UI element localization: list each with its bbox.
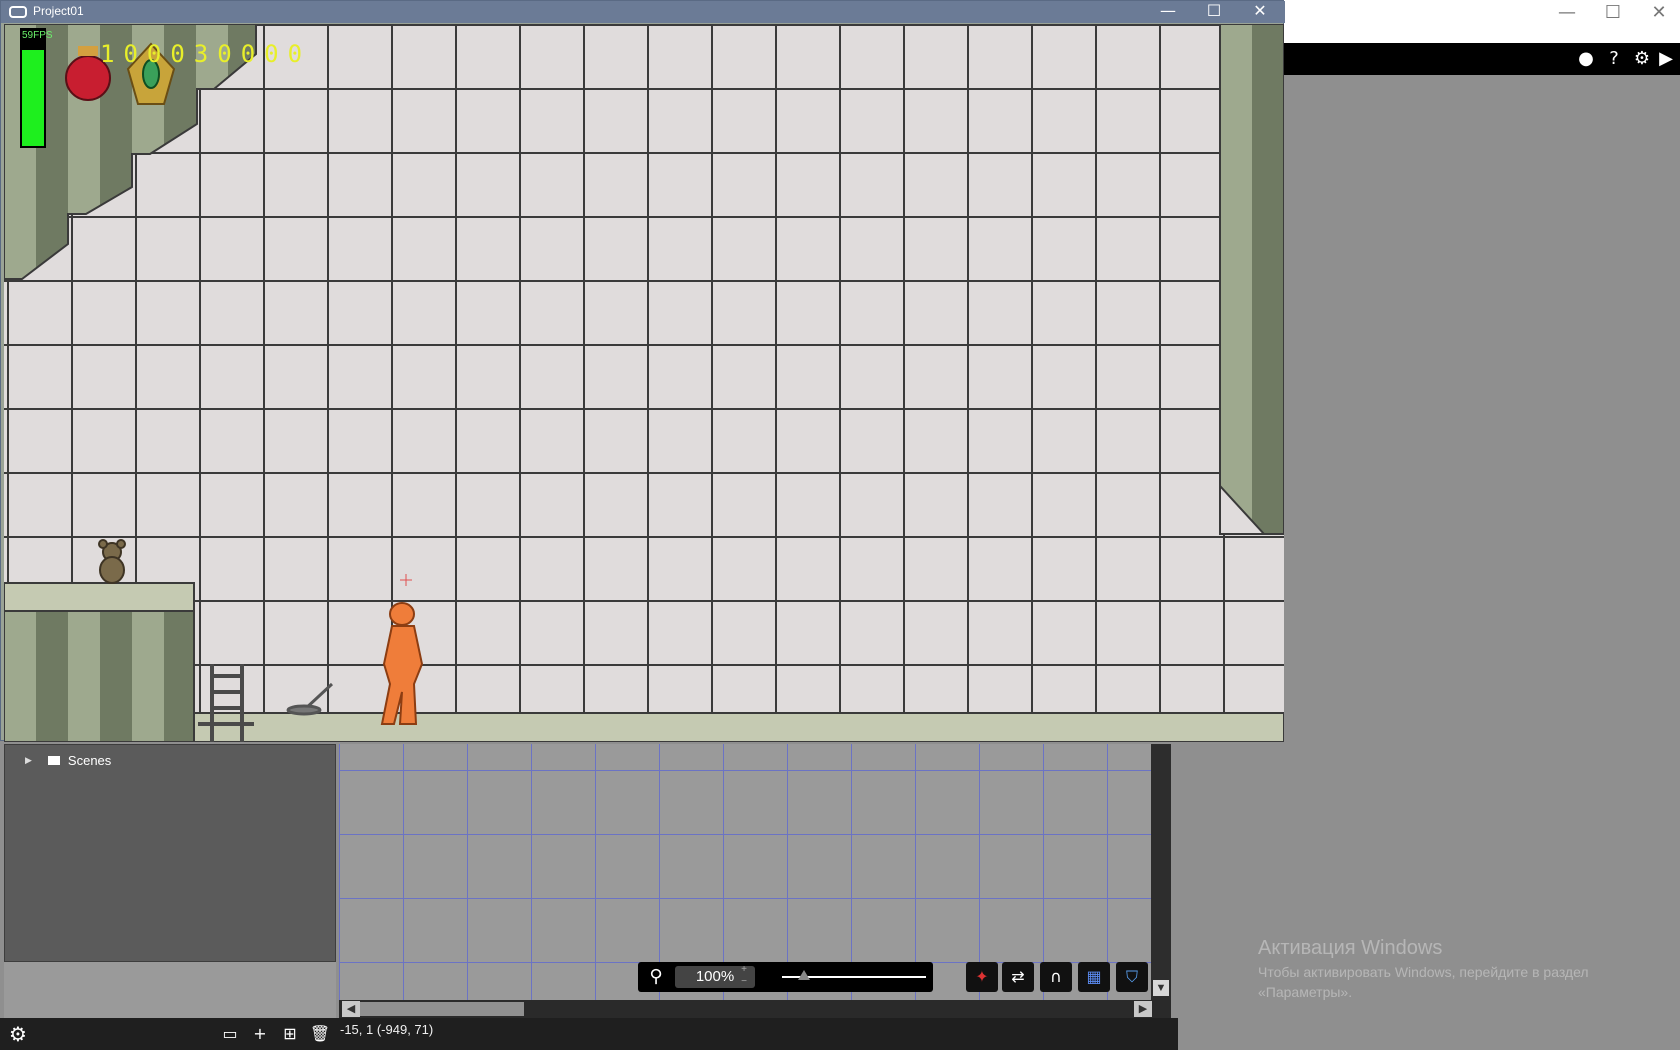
gamepad-icon — [9, 6, 27, 18]
left-ledge-top — [4, 582, 195, 612]
record-icon[interactable]: ● — [1574, 47, 1598, 71]
scenes-panel-empty-area — [4, 962, 336, 1018]
new-scene-icon[interactable]: + — [248, 1022, 272, 1046]
editor-toolbar: ● ? ⚙ ▶ — [1284, 43, 1680, 75]
scenes-tree-label: Scenes — [67, 753, 112, 768]
scroll-down-button[interactable]: ▼ — [1153, 980, 1169, 996]
game-preview-window: Project01 — ☐ ✕ 59FPS 100030000 — [0, 0, 1285, 742]
magnet-snap-icon[interactable]: ∩ — [1040, 962, 1072, 992]
film-icon[interactable]: ▭ — [218, 1022, 242, 1046]
crosshair — [400, 574, 412, 586]
trash-icon[interactable]: 🗑 — [308, 1022, 332, 1046]
game-minimize-button[interactable]: — — [1145, 1, 1191, 23]
bottom-status-bar: ⚙ ▭ + ⊞ 🗑 — [0, 1018, 1178, 1050]
game-window-title: Project01 — [33, 4, 84, 18]
floor — [193, 712, 1284, 742]
game-canvas[interactable]: 59FPS 100030000 — [4, 24, 1284, 742]
windows-activation-title: Активация Windows — [1258, 937, 1443, 959]
help-icon[interactable]: ? — [1602, 47, 1626, 71]
settings-gear-icon[interactable]: ⚙ — [6, 1022, 30, 1046]
vertical-scrollbar[interactable] — [1151, 744, 1171, 1000]
score-counter: 100030000 — [100, 40, 312, 68]
fps-label: 59FPS — [22, 30, 53, 50]
game-window-titlebar[interactable]: Project01 — ☐ ✕ — [1, 1, 1285, 23]
expand-arrow-icon[interactable]: ▶ — [25, 755, 32, 766]
swap-view-icon[interactable]: ⇄ — [1002, 962, 1034, 992]
desktop: — ☐ ✕ ● ? ⚙ ▶ Активация Windows Чтобы ак… — [0, 0, 1680, 1050]
play-icon[interactable]: ▶ — [1654, 47, 1678, 71]
lever — [286, 682, 334, 716]
scroll-right-button[interactable]: ▶ — [1134, 1001, 1152, 1017]
game-close-button[interactable]: ✕ — [1237, 1, 1283, 23]
horizontal-scroll-thumb[interactable] — [344, 1002, 524, 1016]
game-maximize-button[interactable]: ☐ — [1191, 1, 1237, 23]
windows-activation-text: Чтобы активировать Windows, перейдите в … — [1258, 964, 1589, 1000]
zoom-stepper[interactable]: + − — [738, 964, 750, 990]
cursor-coordinates: -15, 1 (-949, 71) — [340, 1022, 434, 1037]
teddy-bear — [98, 539, 126, 584]
map-tool-icon[interactable]: ⛉ — [1116, 962, 1148, 992]
zoom-toolbar: ⚲ 100% + − — [638, 962, 933, 992]
gear-icon[interactable]: ⚙ — [1630, 47, 1654, 71]
brush-tool-icon[interactable]: ✦ — [966, 962, 998, 992]
scroll-left-button[interactable]: ◀ — [342, 1001, 360, 1017]
zoom-slider-handle[interactable] — [798, 970, 810, 980]
grid-toggle-icon[interactable]: ▦ — [1078, 962, 1110, 992]
level-geometry — [4, 24, 1284, 742]
scenes-tree-item[interactable]: ▶ Scenes — [25, 753, 111, 768]
right-wall — [1219, 24, 1284, 535]
folder-icon — [47, 756, 60, 765]
editor-titlebar: — ☐ ✕ — [1284, 0, 1680, 43]
left-ledge — [4, 610, 195, 742]
magnifier-icon[interactable]: ⚲ — [644, 965, 668, 989]
scenes-panel: ▶ Scenes — [4, 744, 336, 962]
player-character — [380, 602, 424, 725]
editor-maximize-button[interactable]: ☐ — [1590, 0, 1636, 30]
add-folder-icon[interactable]: ⊞ — [278, 1022, 302, 1046]
fps-meter: 59FPS — [20, 28, 53, 148]
editor-minimize-button[interactable]: — — [1544, 0, 1590, 30]
editor-close-button[interactable]: ✕ — [1636, 0, 1680, 30]
